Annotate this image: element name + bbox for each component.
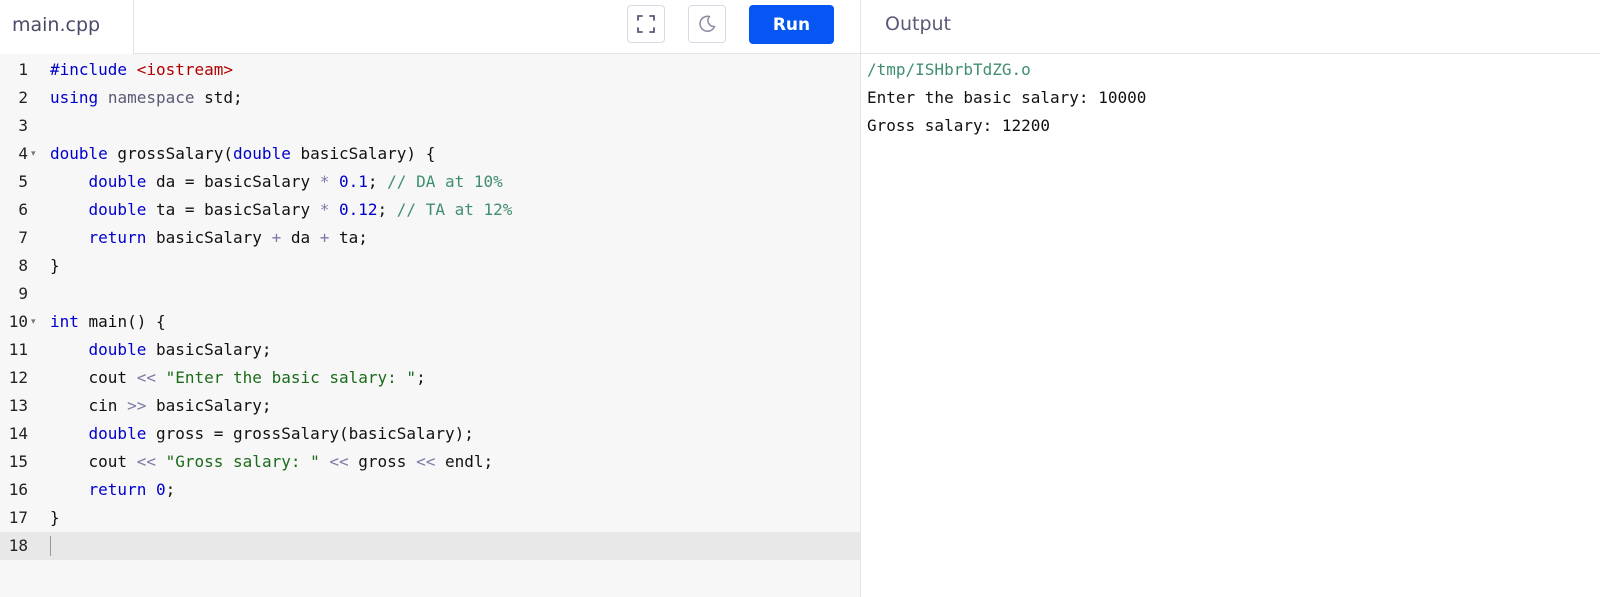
- code-line[interactable]: 16 return 0;: [0, 476, 860, 504]
- code-text: double da = basicSalary * 0.1; // DA at …: [88, 172, 503, 191]
- code-line[interactable]: 10 ▾ int main() {: [0, 308, 860, 336]
- code-line[interactable]: 15 cout << "Gross salary: " << gross << …: [0, 448, 860, 476]
- code-text: cin >> basicSalary;: [50, 396, 272, 415]
- line-number: 7: [18, 228, 28, 247]
- line-number: 12: [8, 368, 28, 387]
- code-line[interactable]: 14 double gross = grossSalary(basicSalar…: [0, 420, 860, 448]
- output-line: Gross salary: 12200: [867, 116, 1051, 135]
- line-number: 18: [8, 536, 28, 555]
- code-text: cout << "Gross salary: " << gross << end…: [50, 452, 494, 471]
- output-header: Output: [860, 0, 1600, 54]
- line-number: 9: [18, 284, 28, 303]
- code-line[interactable]: 6 double ta = basicSalary * 0.12; // TA …: [0, 196, 860, 224]
- line-number: 1: [18, 60, 28, 79]
- code-line[interactable]: 4 ▾ double grossSalary(double basicSalary)…: [0, 140, 860, 168]
- output-title: Output: [885, 13, 951, 35]
- file-tab-label: main.cpp: [12, 14, 101, 36]
- code-text: double ta = basicSalary * 0.12; // TA at…: [88, 200, 513, 219]
- code-line[interactable]: 7 return basicSalary + da + ta;: [0, 224, 860, 252]
- fold-arrow-icon[interactable]: ▾: [31, 140, 36, 166]
- code-text: }: [50, 508, 60, 527]
- code-text: cout << "Enter the basic salary: ";: [50, 368, 426, 387]
- code-text: double basicSalary;: [88, 340, 272, 359]
- line-number: 15: [8, 452, 28, 471]
- code-line[interactable]: 12 cout << "Enter the basic salary: ";: [0, 364, 860, 392]
- line-number: 2: [18, 88, 28, 107]
- output-file-path: /tmp/ISHbrbTdZG.o: [867, 60, 1031, 79]
- code-line[interactable]: 5 double da = basicSalary * 0.1; // DA a…: [0, 168, 860, 196]
- code-text: double gross = grossSalary(basicSalary);: [88, 424, 474, 443]
- code-line[interactable]: 8}: [0, 252, 860, 280]
- code-line[interactable]: 1 #include <iostream>: [0, 56, 860, 84]
- code-line[interactable]: 11 double basicSalary;: [0, 336, 860, 364]
- code-text: #include <iostream>: [50, 60, 234, 79]
- line-number: 6: [18, 200, 28, 219]
- line-number: 8: [18, 256, 28, 275]
- line-number: 10: [8, 312, 28, 331]
- line-number: 16: [8, 480, 28, 499]
- code-line[interactable]: 13 cin >> basicSalary;: [0, 392, 860, 420]
- output-line: Enter the basic salary: 10000: [867, 88, 1147, 107]
- fullscreen-button[interactable]: [627, 5, 665, 43]
- fold-arrow-icon[interactable]: ▾: [31, 308, 36, 334]
- moon-icon: [699, 15, 716, 32]
- code-line[interactable]: 18: [0, 532, 860, 560]
- line-number: 5: [18, 172, 28, 191]
- code-line[interactable]: 3: [0, 112, 860, 140]
- code-text: }: [50, 256, 60, 275]
- line-number: 11: [8, 340, 28, 359]
- line-number: 17: [8, 508, 28, 527]
- output-panel: /tmp/ISHbrbTdZG.o Enter the basic salary:…: [860, 54, 1600, 597]
- line-number: 4: [18, 144, 28, 163]
- code-text: int main() {: [50, 312, 166, 331]
- fullscreen-icon: [637, 15, 655, 33]
- code-line[interactable]: 2 using namespace std;: [0, 84, 860, 112]
- file-tab[interactable]: main.cpp: [0, 0, 134, 54]
- top-toolbar: main.cpp Run Output: [0, 0, 1600, 54]
- line-number: 13: [8, 396, 28, 415]
- line-number: 14: [8, 424, 28, 443]
- code-text: return 0;: [88, 480, 176, 499]
- code-line[interactable]: 17}: [0, 504, 860, 532]
- text-cursor: [50, 536, 51, 556]
- code-text: double grossSalary(double basicSalary) {: [50, 144, 436, 163]
- code-editor[interactable]: 1 #include <iostream> 2 using namespace std…: [0, 54, 860, 597]
- line-number: 3: [18, 116, 28, 135]
- code-text: using namespace std;: [50, 88, 243, 107]
- theme-toggle-button[interactable]: [688, 5, 726, 43]
- code-text: return basicSalary + da + ta;: [88, 228, 368, 247]
- run-button[interactable]: Run: [749, 5, 834, 44]
- code-line[interactable]: 9: [0, 280, 860, 308]
